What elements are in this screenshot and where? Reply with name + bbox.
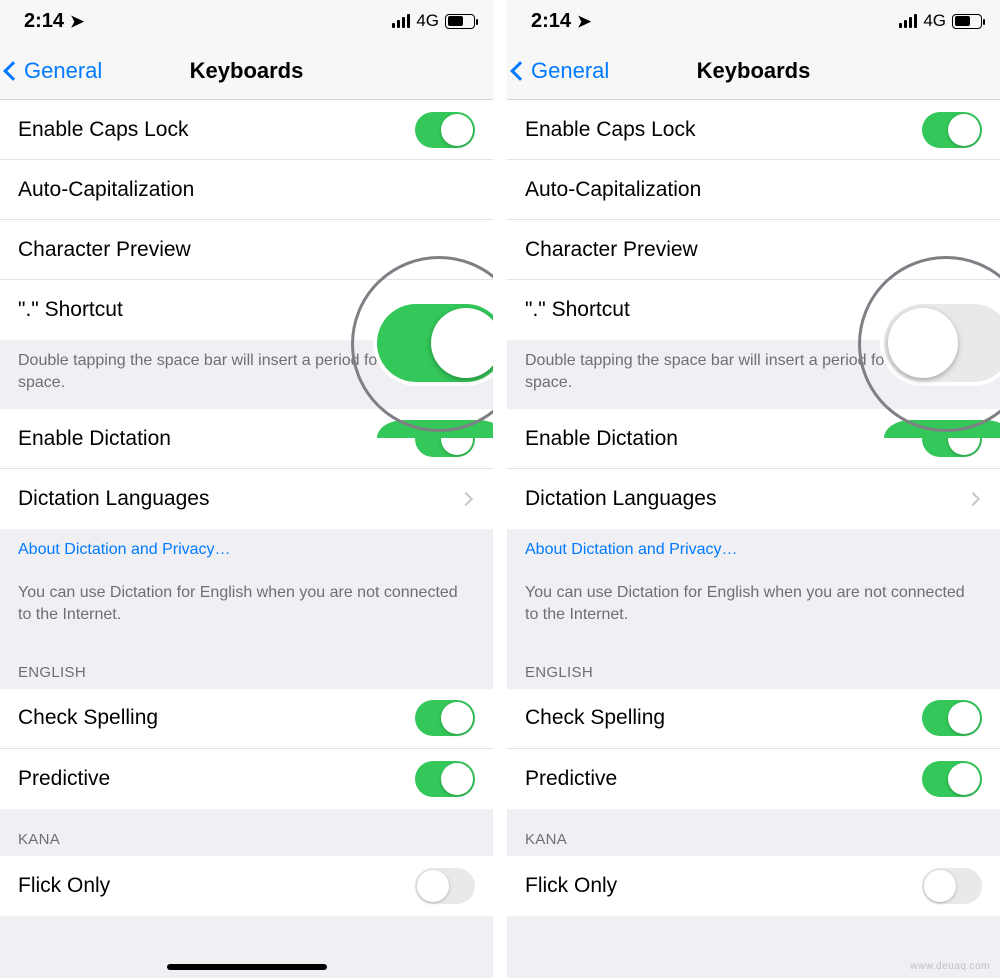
row-label: Flick Only <box>525 874 617 898</box>
back-label: General <box>531 58 609 84</box>
row-auto-capitalization[interactable]: Auto-Capitalization <box>507 160 1000 220</box>
dot-shortcut-toggle-peek <box>377 420 493 438</box>
character-preview-toggle-enlarged[interactable] <box>884 304 1000 382</box>
row-label: Predictive <box>525 767 617 791</box>
row-label: Character Preview <box>18 238 191 262</box>
row-label: Dictation Languages <box>525 487 716 511</box>
row-predictive[interactable]: Predictive <box>507 749 1000 809</box>
row-predictive[interactable]: Predictive <box>0 749 493 809</box>
toggle-predictive[interactable] <box>415 761 475 797</box>
row-flick-only[interactable]: Flick Only <box>507 856 1000 916</box>
chevron-left-icon <box>3 61 23 81</box>
toggle-caps-lock[interactable] <box>922 112 982 148</box>
toggle-check-spelling[interactable] <box>415 700 475 736</box>
row-caps-lock[interactable]: Enable Caps Lock <box>0 100 493 160</box>
phone-right: 2:14 ➤ 4G General Keyboards Enable Caps … <box>507 0 1000 978</box>
watermark: www.deuaq.com <box>910 961 990 972</box>
page-title: Keyboards <box>190 58 304 84</box>
signal-icon <box>392 14 410 28</box>
toggle-caps-lock[interactable] <box>415 112 475 148</box>
row-label: "." Shortcut <box>18 298 123 322</box>
row-check-spelling[interactable]: Check Spelling <box>507 689 1000 749</box>
dot-shortcut-toggle-peek <box>884 420 1000 438</box>
signal-icon <box>899 14 917 28</box>
row-label: "." Shortcut <box>525 298 630 322</box>
status-bar: 2:14 ➤ 4G <box>507 0 1000 42</box>
row-caps-lock[interactable]: Enable Caps Lock <box>507 100 1000 160</box>
settings-list: Enable Caps Lock Auto-Capitalization Cha… <box>507 100 1000 916</box>
status-bar: 2:14 ➤ 4G <box>0 0 493 42</box>
back-label: General <box>24 58 102 84</box>
row-label: Check Spelling <box>525 706 665 730</box>
row-label: Auto-Capitalization <box>18 178 194 202</box>
nav-header: General Keyboards <box>0 42 493 100</box>
row-check-spelling[interactable]: Check Spelling <box>0 689 493 749</box>
nav-header: General Keyboards <box>507 42 1000 100</box>
battery-icon <box>952 14 982 29</box>
row-character-preview[interactable]: Character Preview <box>0 220 493 280</box>
about-dictation-link[interactable]: About Dictation and Privacy… <box>525 541 738 558</box>
row-label: Check Spelling <box>18 706 158 730</box>
character-preview-toggle-enlarged[interactable] <box>377 304 493 382</box>
location-arrow-icon: ➤ <box>577 13 591 30</box>
row-label: Predictive <box>18 767 110 791</box>
about-dictation-link[interactable]: About Dictation and Privacy… <box>18 541 231 558</box>
home-indicator[interactable] <box>167 964 327 970</box>
network-type: 4G <box>923 11 946 31</box>
row-label: Enable Dictation <box>525 427 678 451</box>
row-dictation-languages[interactable]: Dictation Languages <box>0 469 493 529</box>
section-header-kana: KANA <box>507 809 1000 856</box>
back-button[interactable]: General <box>6 42 102 99</box>
toggle-check-spelling[interactable] <box>922 700 982 736</box>
row-label: Enable Caps Lock <box>525 118 695 142</box>
section-header-english: ENGLISH <box>507 642 1000 689</box>
chevron-right-icon <box>459 492 473 506</box>
row-enable-dictation[interactable]: Enable Dictation <box>0 409 493 469</box>
network-type: 4G <box>416 11 439 31</box>
status-time: 2:14 <box>531 10 571 33</box>
row-flick-only[interactable]: Flick Only <box>0 856 493 916</box>
row-enable-dictation[interactable]: Enable Dictation <box>507 409 1000 469</box>
chevron-right-icon <box>966 492 980 506</box>
chevron-left-icon <box>510 61 530 81</box>
row-label: Enable Dictation <box>18 427 171 451</box>
footer-dictation: About Dictation and Privacy… You can use… <box>507 529 1000 641</box>
row-label: Dictation Languages <box>18 487 209 511</box>
row-label: Auto-Capitalization <box>525 178 701 202</box>
row-label: Flick Only <box>18 874 110 898</box>
row-label: Character Preview <box>525 238 698 262</box>
dictation-offline-text: You can use Dictation for English when y… <box>525 584 965 623</box>
back-button[interactable]: General <box>513 42 609 99</box>
battery-icon <box>445 14 475 29</box>
row-auto-capitalization[interactable]: Auto-Capitalization <box>0 160 493 220</box>
row-character-preview[interactable]: Character Preview <box>507 220 1000 280</box>
page-title: Keyboards <box>697 58 811 84</box>
footer-dictation: About Dictation and Privacy… You can use… <box>0 529 493 641</box>
toggle-flick-only[interactable] <box>922 868 982 904</box>
row-dictation-languages[interactable]: Dictation Languages <box>507 469 1000 529</box>
settings-list: Enable Caps Lock Auto-Capitalization Cha… <box>0 100 493 916</box>
section-header-english: ENGLISH <box>0 642 493 689</box>
section-header-kana: KANA <box>0 809 493 856</box>
toggle-flick-only[interactable] <box>415 868 475 904</box>
dictation-offline-text: You can use Dictation for English when y… <box>18 584 458 623</box>
location-arrow-icon: ➤ <box>70 13 84 30</box>
status-time: 2:14 <box>24 10 64 33</box>
row-label: Enable Caps Lock <box>18 118 188 142</box>
toggle-predictive[interactable] <box>922 761 982 797</box>
phone-left: 2:14 ➤ 4G General Keyboards Enable Caps … <box>0 0 493 978</box>
